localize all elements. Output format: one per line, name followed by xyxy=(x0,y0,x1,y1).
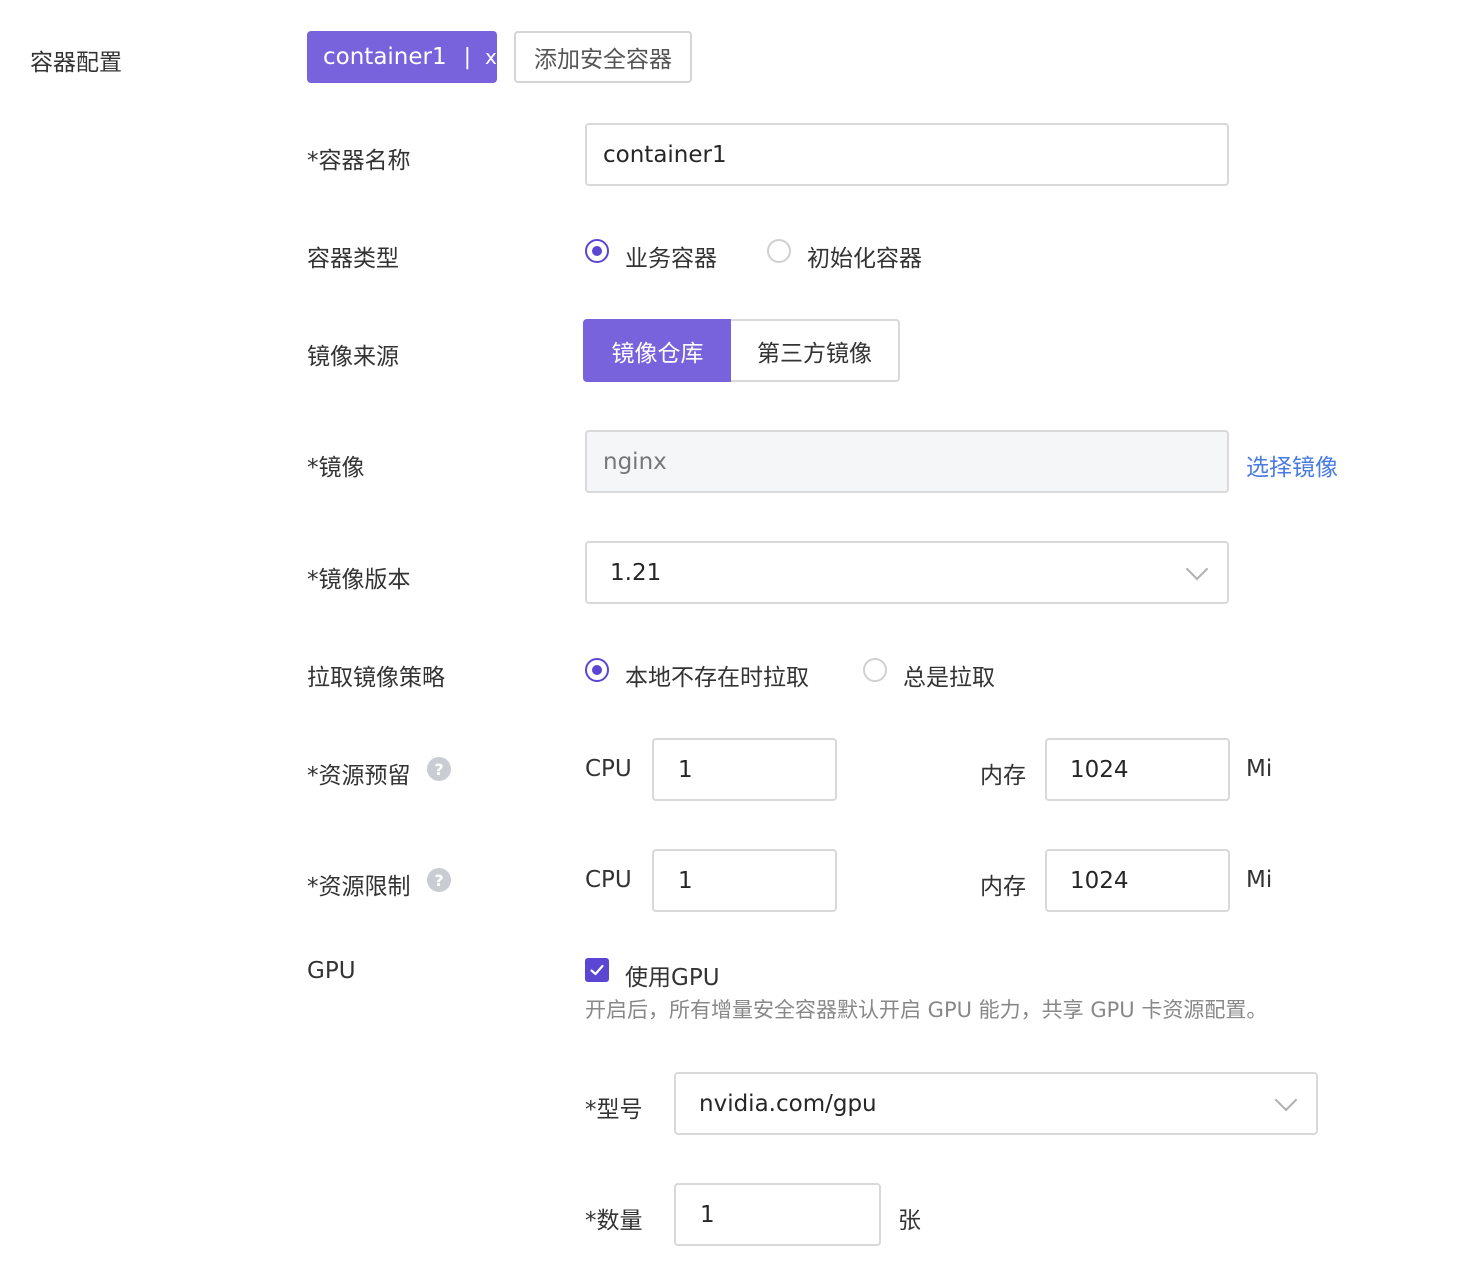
tab-separator: | xyxy=(463,44,472,70)
select-image-link[interactable]: 选择镜像 xyxy=(1246,448,1338,482)
radio-business-container[interactable] xyxy=(585,239,609,263)
request-mem-label: 内存 xyxy=(980,763,1026,789)
image-version-select[interactable]: 1.21 xyxy=(585,541,1229,604)
chevron-down-icon xyxy=(1274,1088,1298,1111)
pull-policy-label: 拉取镜像策略 xyxy=(307,665,445,691)
image-version-value: 1.21 xyxy=(610,559,662,586)
gpu-model-select[interactable]: nvidia.com/gpu xyxy=(674,1072,1318,1135)
limit-mem-input[interactable]: 1024 xyxy=(1045,849,1230,912)
gpu-count-input[interactable]: 1 xyxy=(674,1183,881,1246)
image-label: *镜像 xyxy=(307,455,365,481)
image-input: nginx xyxy=(585,430,1229,493)
container-type-label: 容器类型 xyxy=(307,246,399,272)
container-tab-active[interactable]: container1 | x xyxy=(307,31,497,83)
request-cpu-value: 1 xyxy=(678,756,693,783)
gpu-hint-text: 开启后，所有增量安全容器默认开启 GPU 能力，共享 GPU 卡资源配置。 xyxy=(585,998,1268,1022)
image-source-label: 镜像来源 xyxy=(307,344,399,370)
gpu-model-value: nvidia.com/gpu xyxy=(699,1090,877,1117)
limit-cpu-value: 1 xyxy=(678,867,693,894)
help-icon[interactable]: ? xyxy=(427,868,451,892)
segment-third-party-image[interactable]: 第三方镜像 xyxy=(731,319,900,382)
image-version-label: *镜像版本 xyxy=(307,567,411,593)
check-icon xyxy=(590,964,604,976)
chevron-down-icon xyxy=(1185,557,1209,580)
limit-mem-value: 1024 xyxy=(1070,867,1129,894)
radio-pull-if-not-present-label: 本地不存在时拉取 xyxy=(625,665,809,691)
radio-init-container[interactable] xyxy=(767,239,791,263)
radio-business-container-label: 业务容器 xyxy=(625,246,717,272)
add-secure-container-button[interactable]: 添加安全容器 xyxy=(514,31,692,83)
resource-limit-label: *资源限制 xyxy=(307,874,411,900)
container-name-input[interactable]: container1 xyxy=(585,123,1229,186)
container-name-label: *容器名称 xyxy=(307,148,411,174)
use-gpu-label: 使用GPU xyxy=(625,965,720,991)
gpu-model-label: *型号 xyxy=(585,1097,643,1123)
radio-always-pull-label: 总是拉取 xyxy=(903,665,995,691)
segment-image-registry[interactable]: 镜像仓库 xyxy=(583,319,732,382)
gpu-label: GPU xyxy=(307,958,356,984)
gpu-count-unit: 张 xyxy=(898,1208,921,1234)
request-mem-unit: Mi xyxy=(1246,756,1273,782)
container-tab-label: container1 xyxy=(323,44,447,70)
use-gpu-checkbox[interactable] xyxy=(585,958,609,982)
gpu-count-value: 1 xyxy=(700,1201,715,1228)
radio-always-pull[interactable] xyxy=(863,658,887,682)
help-icon[interactable]: ? xyxy=(427,757,451,781)
limit-cpu-label: CPU xyxy=(585,867,632,893)
limit-mem-label: 内存 xyxy=(980,874,1026,900)
resource-request-label: *资源预留 xyxy=(307,763,411,789)
limit-cpu-input[interactable]: 1 xyxy=(652,849,837,912)
radio-pull-if-not-present[interactable] xyxy=(585,658,609,682)
section-label: 容器配置 xyxy=(30,50,122,76)
request-mem-input[interactable]: 1024 xyxy=(1045,738,1230,801)
image-value: nginx xyxy=(603,448,667,475)
container-name-value: container1 xyxy=(603,141,727,168)
gpu-count-label: *数量 xyxy=(585,1208,643,1234)
limit-mem-unit: Mi xyxy=(1246,867,1273,893)
request-cpu-label: CPU xyxy=(585,756,632,782)
request-cpu-input[interactable]: 1 xyxy=(652,738,837,801)
close-icon[interactable]: x xyxy=(485,45,497,69)
radio-init-container-label: 初始化容器 xyxy=(807,246,922,272)
request-mem-value: 1024 xyxy=(1070,756,1129,783)
